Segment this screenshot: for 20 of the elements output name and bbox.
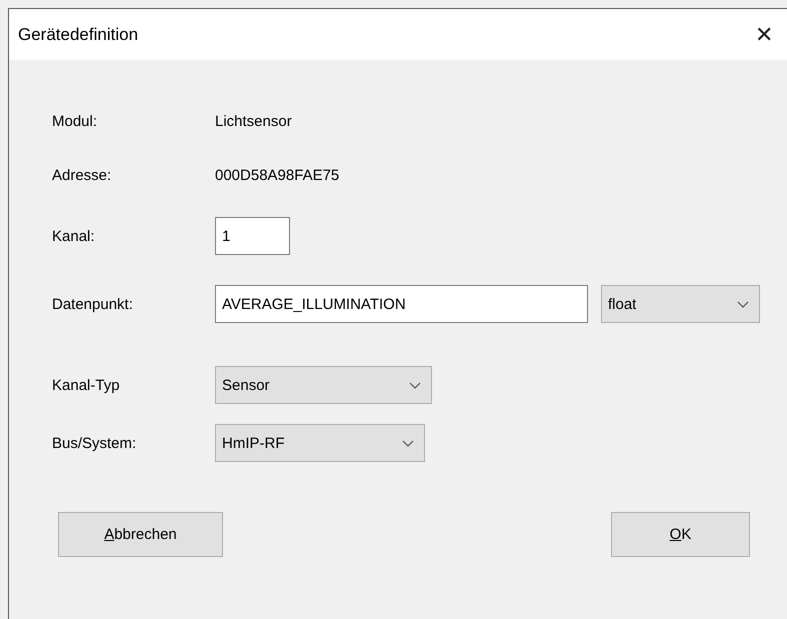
field-value: 000D58A98FAE75	[215, 166, 340, 184]
field-label: Datenpunkt:	[52, 296, 134, 312]
field-label: Adresse:	[52, 166, 112, 184]
chevron-icon	[409, 382, 421, 388]
chevron-icon	[737, 300, 749, 308]
cancel-button[interactable]: Abbrechen	[58, 512, 223, 557]
input-field[interactable]: AVERAGE_ILLUMINATION	[215, 285, 588, 323]
window-title: Gerätedefinition	[18, 24, 138, 44]
input-field[interactable]: 1	[215, 217, 290, 255]
field-label: Kanal:	[52, 228, 96, 244]
field-label: Bus/System:	[52, 434, 138, 452]
dropdown[interactable]: Sensor	[215, 366, 432, 404]
field-label: Modul:	[52, 112, 98, 130]
ok-button[interactable]: OK	[611, 512, 750, 557]
chevron-icon	[402, 440, 414, 446]
dropdown[interactable]: HmIP-RF	[215, 424, 425, 462]
field-value: Lichtsensor	[215, 112, 292, 130]
dropdown[interactable]: float	[601, 285, 760, 323]
field-label: Kanal-Typ	[52, 376, 121, 394]
close-button[interactable]: ✕	[741, 14, 787, 54]
